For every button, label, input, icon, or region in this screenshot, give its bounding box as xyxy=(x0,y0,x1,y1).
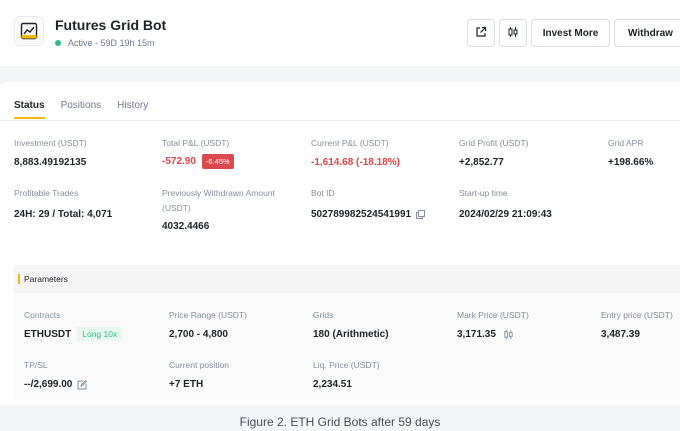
current-position-label: Current position xyxy=(169,360,230,370)
grid-apr-label: Grid APR xyxy=(608,138,644,148)
liq-price-field: Liq. Price (USDT) 2,234.51 xyxy=(313,359,380,390)
startup-time-field: Start-up time 2024/02/29 21:09:43 xyxy=(459,187,552,220)
tab-bar: Status Positions History xyxy=(14,100,164,119)
tp-sl-field: TP/SL --/2,699.00 xyxy=(24,359,88,390)
contracts-value: ETHUSDT xyxy=(24,328,72,340)
mark-price-chart-icon[interactable] xyxy=(503,329,514,340)
parameters-card: Parameters Contracts ETHUSDT Long 10x Pr… xyxy=(14,265,680,400)
contracts-row: ETHUSDT Long 10x xyxy=(24,327,123,341)
grid-profit-label: Grid Profit (USDT) xyxy=(459,138,529,148)
status-dot-icon xyxy=(55,40,61,46)
bot-status: Active - 59D 19h 15m xyxy=(55,38,155,48)
current-pnl-label: Current P&L (USDT) xyxy=(311,138,389,148)
current-position-value: +7 ETH xyxy=(169,379,204,390)
tab-history[interactable]: History xyxy=(117,100,148,119)
grid-apr-field: Grid APR +198.66% xyxy=(608,137,653,168)
current-pnl-value: -1,614.68 (-18.18%) xyxy=(311,157,400,168)
figure-caption: Figure 2. ETH Grid Bots after 59 days xyxy=(239,415,441,429)
investment-label: Investment (USDT) xyxy=(14,138,87,148)
status-text: Active - 59D 19h 15m xyxy=(68,38,155,48)
share-icon xyxy=(475,26,487,41)
profitable-trades-label: Profitable Trades xyxy=(14,188,79,198)
price-range-label: Price Range (USDT) xyxy=(169,310,247,320)
price-range-field: Price Range (USDT) 2,700 - 4,800 xyxy=(169,309,247,340)
withdrawn-label-line1: Previously Withdrawn Amount xyxy=(162,188,275,198)
parameters-header: Parameters xyxy=(14,265,680,293)
parameters-title: Parameters xyxy=(24,274,68,284)
candlestick-icon xyxy=(507,26,519,41)
tp-sl-row: --/2,699.00 xyxy=(24,379,88,390)
bot-id-label: Bot ID xyxy=(311,188,335,198)
withdrawn-label-line2: (USDT) xyxy=(162,203,191,213)
contracts-label: Contracts xyxy=(24,310,61,320)
profitable-trades-value: 24H: 29 / Total: 4,071 xyxy=(14,209,113,220)
contracts-field: Contracts ETHUSDT Long 10x xyxy=(24,309,123,341)
total-pnl-field: Total P&L (USDT) -572.90 -6.45% xyxy=(162,137,234,169)
mark-price-field: Mark Price (USDT) 3,171.35 xyxy=(457,309,529,340)
tp-sl-value: --/2,699.00 xyxy=(24,379,73,390)
page-title: Futures Grid Bot xyxy=(55,17,167,33)
grid-profit-field: Grid Profit (USDT) +2,852.77 xyxy=(459,137,528,168)
copy-icon[interactable] xyxy=(416,210,426,219)
tab-status[interactable]: Status xyxy=(14,100,45,119)
bot-id-field: Bot ID 502789982524541991 xyxy=(311,187,426,220)
investment-field: Investment (USDT) 8,883.49192135 xyxy=(14,137,87,168)
section-accent-bar xyxy=(18,274,20,284)
withdrawn-field: Previously Withdrawn Amount (USDT) 4032.… xyxy=(162,187,275,232)
price-range-value: 2,700 - 4,800 xyxy=(169,329,228,340)
tp-sl-label: TP/SL xyxy=(24,360,48,370)
bot-details-panel: Status Positions History Investment (USD… xyxy=(0,82,680,405)
share-button[interactable] xyxy=(467,19,495,47)
total-pnl-value: -572.90 xyxy=(162,156,196,167)
tab-positions[interactable]: Positions xyxy=(61,100,102,119)
current-position-field: Current position +7 ETH xyxy=(169,359,229,390)
investment-value: 8,883.49192135 xyxy=(14,157,87,168)
total-pnl-percent-badge: -6.45% xyxy=(201,154,234,169)
entry-price-label: Entry price (USDT) xyxy=(601,310,673,320)
grid-profit-value: +2,852.77 xyxy=(459,157,504,168)
startup-time-value: 2024/02/29 21:09:43 xyxy=(459,209,552,220)
mark-price-row: 3,171.35 xyxy=(457,329,529,340)
current-pnl-field: Current P&L (USDT) -1,614.68 (-18.18%) xyxy=(311,137,400,168)
withdrawn-value: 4032.4466 xyxy=(162,221,210,232)
bot-header: Futures Grid Bot Active - 59D 19h 15m In… xyxy=(0,0,680,66)
profitable-trades-field: Profitable Trades 24H: 29 / Total: 4,071 xyxy=(14,187,112,220)
liq-price-label: Liq. Price (USDT) xyxy=(313,360,380,370)
chart-button[interactable] xyxy=(499,19,527,47)
total-pnl-label: Total P&L (USDT) xyxy=(162,138,230,148)
bot-id-row: 502789982524541991 xyxy=(311,209,426,220)
tabs-divider xyxy=(0,120,680,121)
startup-time-label: Start-up time xyxy=(459,188,508,198)
total-pnl-row: -572.90 -6.45% xyxy=(162,154,234,169)
withdraw-button[interactable]: Withdraw xyxy=(614,19,680,47)
bot-id-value: 502789982524541991 xyxy=(311,209,412,220)
edit-icon[interactable] xyxy=(77,379,88,390)
grid-apr-value: +198.66% xyxy=(608,157,654,168)
leverage-badge: Long 10x xyxy=(77,327,123,341)
entry-price-field: Entry price (USDT) 3,487.39 xyxy=(601,309,673,340)
invest-more-button[interactable]: Invest More xyxy=(531,19,610,47)
grid-bot-icon xyxy=(14,16,44,46)
grids-field: Grids 180 (Arithmetic) xyxy=(313,309,389,340)
grids-label: Grids xyxy=(313,310,334,320)
mark-price-value: 3,171.35 xyxy=(457,329,496,340)
liq-price-value: 2,234.51 xyxy=(313,379,352,390)
mark-price-label: Mark Price (USDT) xyxy=(457,310,529,320)
grids-value: 180 (Arithmetic) xyxy=(313,329,389,340)
entry-price-value: 3,487.39 xyxy=(601,329,640,340)
